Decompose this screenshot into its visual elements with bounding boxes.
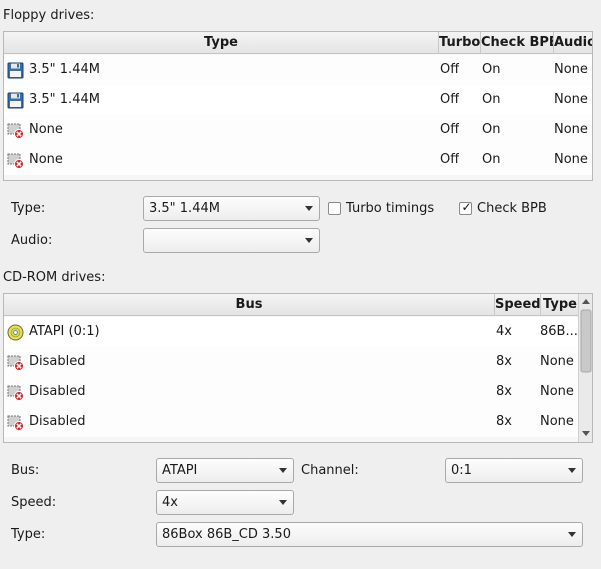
floppy-row-turbo: Off — [440, 152, 460, 167]
floppy-row-type: None — [29, 152, 63, 167]
turbo-timings-label: Turbo timings — [346, 201, 435, 216]
cdrom-row-type: None — [540, 384, 574, 399]
floppy-row-turbo: Off — [440, 122, 460, 137]
cd-disc-icon — [7, 324, 24, 341]
floppy-row-type: None — [29, 122, 63, 137]
checkmark-icon: ✓ — [461, 200, 472, 214]
cdrom-row[interactable]: Disabled 8x None — [4, 377, 578, 407]
floppy-col-turbo[interactable]: Turbo — [439, 32, 481, 54]
floppy-audio-select[interactable] — [143, 228, 320, 253]
cdrom-type-select[interactable]: 86Box 86B_CD 3.50 — [156, 522, 583, 547]
floppy-audio-label: Audio: — [11, 233, 53, 248]
disabled-drive-icon — [7, 414, 24, 431]
cdrom-speed-label: Speed: — [11, 495, 57, 510]
cdrom-speed-select[interactable]: 4x — [156, 490, 294, 515]
chevron-down-icon — [568, 532, 576, 537]
floppy-type-label: Type: — [11, 201, 46, 216]
floppy-drives-table[interactable]: Type Turbo Check BPB Audio 3.5" 1.44M Of… — [3, 31, 593, 181]
cdrom-section-label: CD-ROM drives: — [3, 270, 106, 285]
disabled-drive-icon — [7, 152, 24, 169]
floppy-row-audio: None — [554, 152, 588, 167]
cdrom-bus-value: ATAPI — [162, 463, 198, 478]
cdrom-row-speed: 4x — [496, 324, 512, 339]
floppy-row-audio: None — [554, 122, 588, 137]
chevron-down-icon — [568, 468, 576, 473]
cdrom-row[interactable]: Disabled 8x None — [4, 347, 578, 377]
floppy-section-label: Floppy drives: — [3, 8, 95, 23]
cdrom-col-bus[interactable]: Bus — [4, 294, 495, 316]
floppy-col-audio[interactable]: Audio — [554, 32, 592, 54]
cdrom-row-speed: 8x — [496, 414, 512, 429]
floppy-row-type: 3.5" 1.44M — [29, 62, 100, 77]
floppy-row-check-bpb: On — [482, 62, 501, 77]
cdrom-row-bus: Disabled — [29, 354, 86, 369]
floppy-row[interactable]: None Off On None — [4, 115, 592, 145]
chevron-down-icon — [279, 468, 287, 473]
check-bpb-checkbox[interactable]: ✓ — [459, 200, 472, 215]
cdrom-row[interactable]: Disabled 8x None — [4, 407, 578, 437]
floppy-row-audio: None — [554, 92, 588, 107]
cdrom-row-bus: Disabled — [29, 414, 86, 429]
cdrom-table-header: Bus Speed Type — [4, 294, 578, 316]
cdrom-row-speed: 8x — [496, 384, 512, 399]
disabled-drive-icon — [7, 384, 24, 401]
floppy-table-header: Type Turbo Check BPB Audio — [4, 32, 592, 54]
cdrom-channel-select[interactable]: 0:1 — [445, 458, 583, 483]
chevron-down-icon — [279, 500, 287, 505]
floppy-disk-icon — [7, 92, 24, 109]
cdrom-speed-value: 4x — [162, 495, 178, 510]
cdrom-row-bus: Disabled — [29, 384, 86, 399]
floppy-disk-icon — [7, 62, 24, 79]
scrollbar-graphic — [580, 299, 592, 436]
cdrom-row-speed: 8x — [496, 354, 512, 369]
cdrom-col-type[interactable]: Type — [541, 294, 579, 316]
floppy-row-check-bpb: On — [482, 122, 501, 137]
cdrom-table-scrollbar[interactable] — [578, 294, 592, 442]
floppy-row-check-bpb: On — [482, 152, 501, 167]
chevron-down-icon — [305, 238, 313, 243]
cdrom-row-bus: ATAPI (0:1) — [29, 324, 100, 339]
cdrom-channel-value: 0:1 — [451, 463, 472, 478]
floppy-row-turbo: Off — [440, 62, 460, 77]
cdrom-row-type: None — [540, 414, 574, 429]
cdrom-type-value: 86Box 86B_CD 3.50 — [162, 527, 291, 542]
floppy-row-check-bpb: On — [482, 92, 501, 107]
cdrom-bus-select[interactable]: ATAPI — [156, 458, 294, 483]
cdrom-channel-label: Channel: — [301, 463, 359, 478]
floppy-row[interactable]: 3.5" 1.44M Off On None — [4, 85, 592, 115]
floppy-row-audio: None — [554, 62, 588, 77]
cdrom-drives-table[interactable]: Bus Speed Type ATAPI (0:1) 4x 86B... Dis… — [3, 293, 593, 443]
disabled-drive-icon — [7, 122, 24, 139]
floppy-row[interactable]: None Off On None — [4, 145, 592, 175]
turbo-timings-checkbox[interactable] — [328, 202, 341, 215]
floppy-row-turbo: Off — [440, 92, 460, 107]
cdrom-row[interactable]: ATAPI (0:1) 4x 86B... — [4, 317, 578, 347]
chevron-down-icon — [305, 206, 313, 211]
cdrom-row-type: None — [540, 354, 574, 369]
floppy-col-type[interactable]: Type — [4, 32, 439, 54]
check-bpb-label: Check BPB — [477, 201, 547, 216]
cdrom-bus-label: Bus: — [11, 463, 40, 478]
cdrom-type-label: Type: — [11, 527, 46, 542]
cdrom-row-type: 86B... — [540, 324, 578, 339]
floppy-col-check-bpb[interactable]: Check BPB — [481, 32, 554, 54]
disabled-drive-icon — [7, 354, 24, 371]
floppy-type-select[interactable]: 3.5" 1.44M — [143, 196, 320, 221]
floppy-row[interactable]: 3.5" 1.44M Off On None — [4, 55, 592, 85]
floppy-type-value: 3.5" 1.44M — [149, 201, 220, 216]
cdrom-col-speed[interactable]: Speed — [495, 294, 541, 316]
floppy-row-type: 3.5" 1.44M — [29, 92, 100, 107]
